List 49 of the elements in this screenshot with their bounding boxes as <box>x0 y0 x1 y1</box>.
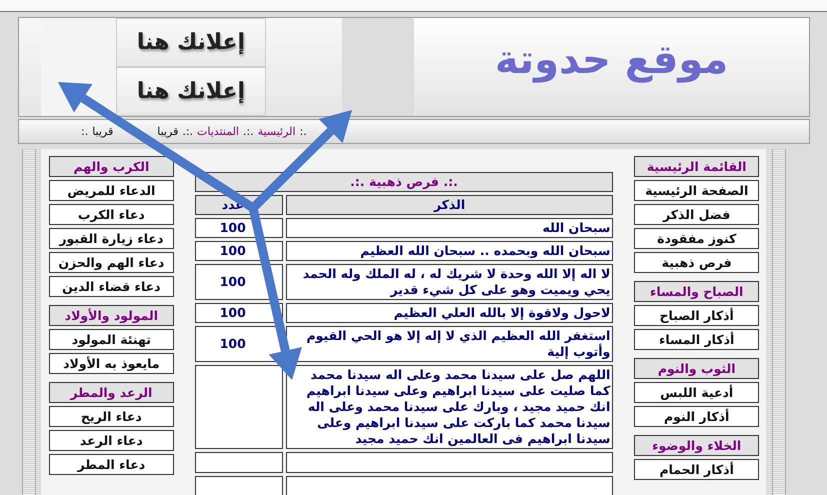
nav-separator: .: <box>300 125 307 138</box>
nav-separator: .:. <box>242 125 254 138</box>
menu-item[interactable]: مايعوذ به الأولاد <box>49 353 174 374</box>
menu-heading: الصباح والمساء <box>634 281 759 302</box>
ad-banner[interactable]: إعلانك هنا <box>116 18 266 67</box>
menu-item[interactable]: دعاء زيارة القبور <box>49 228 174 249</box>
table-cell: 100 <box>194 303 283 323</box>
menu-item[interactable]: أذكار المساء <box>634 329 759 350</box>
site-title: موقع حدوتة <box>494 37 728 83</box>
table-cell: سبحان الله <box>286 218 614 238</box>
menu-item[interactable]: أدعية اللبس <box>634 382 759 403</box>
menu-item[interactable]: أذكار النوم <box>634 406 759 427</box>
menu-item[interactable]: دعاء الهم والحزن <box>49 252 174 273</box>
menu-item[interactable]: الدعاء للمريض <box>49 180 174 201</box>
menu-heading: المولود والأولاد <box>49 305 174 326</box>
table-cell: لا اله إلا الله وحدة لا شريك له ، له الملك وله الحمد يحي ويميت وهو على كل شيء قدير <box>286 264 614 300</box>
menu-item[interactable]: فرص ذهبية <box>634 252 759 273</box>
menu-item[interactable]: أذكار الصباح <box>634 305 759 326</box>
table-cell: استغفر الله العظيم الذي لا إله إلا هو الحي القيوم وأتوب إلية <box>286 326 614 362</box>
menu-item[interactable]: كنوز مفقودة <box>634 228 759 249</box>
table-cell: سبحان الله وبحمده .. سبحان الله العظيم <box>286 241 614 261</box>
menu-item[interactable]: فضل الذكر <box>634 204 759 225</box>
menu-item[interactable]: دعاء قضاء الدين <box>49 276 174 297</box>
menu-heading: الرعد والمطر <box>49 382 174 403</box>
menu-heading: القائمة الرئيسية <box>634 156 759 177</box>
nav-link[interactable]: الرئيسية <box>258 125 296 138</box>
table-caption: .:. فرص ذهبية .:. <box>194 172 614 192</box>
nav-link[interactable]: قريبا <box>157 125 178 138</box>
menu-heading: الثوب والنوم <box>634 358 759 379</box>
menu-item[interactable]: أذكار الحمام <box>634 459 759 480</box>
table-cell: لاحول ولاقوة إلا بالله العلي العظيم <box>286 303 614 323</box>
nav-separator: .:. <box>182 125 194 138</box>
menu-item[interactable]: تهنئة المولود <box>49 329 174 350</box>
menu-item[interactable]: دعاء الريح <box>49 406 174 427</box>
nav-separator: .: <box>81 125 88 138</box>
menu-heading: الخلاء والوضوء <box>634 435 759 456</box>
menu-heading: الكرب والهم <box>49 156 174 177</box>
menu-item[interactable]: دعاء الرعد <box>49 430 174 451</box>
table-cell: 100 <box>194 326 283 362</box>
table-cell: 100 <box>194 264 283 300</box>
table-cell: اللهم صل على سيدنا محمد وعلى اله سيدنا محمد كما صليت على سيدنا ابراهيم وعلى سيدنا ابراهيم انك حميد مجيد ، وبارك على سيدنا محمد وعلى اله سيدنا محمد كما باركت على سيدنا ابراهيم وعلى سيدنا ابراهيم فى العالمين انك حميد مجيد <box>286 365 614 449</box>
menu-item[interactable]: الصفحة الرئيسية <box>634 180 759 201</box>
ad-banner[interactable]: إعلانك هنا <box>116 67 266 116</box>
column-header: الذكر <box>286 195 614 215</box>
menu-item[interactable]: دعاء الكرب <box>49 204 174 225</box>
nav-link[interactable]: المنتديات <box>197 125 239 138</box>
table-cell: 100 <box>194 241 283 261</box>
nav-link[interactable]: قريبا <box>92 125 114 138</box>
menu-item[interactable]: دعاء المطر <box>49 454 174 475</box>
